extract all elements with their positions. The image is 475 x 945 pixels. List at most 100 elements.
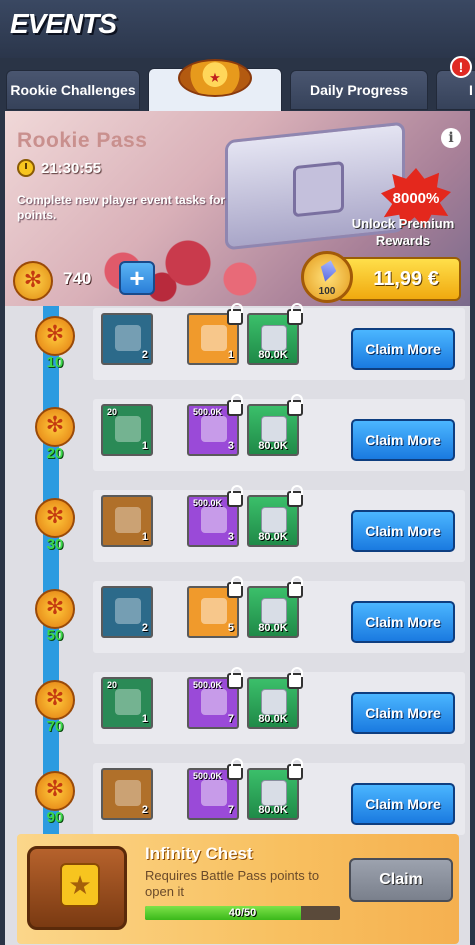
level-coin-icon <box>35 407 75 447</box>
pass-points-value: 740 <box>63 269 92 288</box>
infinity-claim-button[interactable]: Claim <box>349 858 453 902</box>
reward-row: 70 20 1 500.0K7 80.0K Claim More <box>5 667 470 761</box>
claim-more-button[interactable]: Claim More <box>351 510 455 552</box>
lock-icon <box>287 303 303 325</box>
infinity-chest-card: Infinity Chest Requires Battle Pass poin… <box>17 834 459 944</box>
reward-icon <box>115 780 141 806</box>
reward-icon <box>201 598 227 624</box>
lock-icon <box>227 485 243 507</box>
claim-more-button[interactable]: Claim More <box>351 601 455 643</box>
claim-more-button[interactable]: Claim More <box>351 783 455 825</box>
level-coin-icon <box>35 680 75 720</box>
xp-scroll-icon <box>261 780 287 806</box>
lock-icon <box>227 303 243 325</box>
progress-text: 40/50 <box>228 907 257 919</box>
event-logo-icon: ★ <box>178 59 252 97</box>
reward-card: 2 1 80.0K Claim More <box>93 303 465 380</box>
infinity-chest-description: Requires Battle Pass points to open it <box>145 868 320 899</box>
xp-reward-item[interactable]: 80.0K <box>247 485 303 547</box>
xp-amount: 80.0K <box>258 804 288 816</box>
xp-reward-item[interactable]: 80.0K <box>247 394 303 456</box>
reward-card: 20 1 500.0K 7 80.0K Claim More <box>93 667 465 744</box>
claim-more-button[interactable]: Claim More <box>351 692 455 734</box>
reward-icon <box>115 598 141 624</box>
rookie-pass-panel: Rookie Pass 21:30:55 Complete new player… <box>5 111 470 945</box>
premium-reward-item[interactable]: 500.0K 3 <box>187 394 243 456</box>
infinity-chest-title: Infinity Chest <box>145 844 253 863</box>
reward-icon <box>115 507 141 533</box>
reward-card: 20 1 500.0K 3 80.0K Claim More <box>93 394 465 471</box>
pass-title: Rookie Pass <box>17 129 148 152</box>
free-reward-item[interactable]: 20 1 <box>101 677 153 729</box>
reward-track: 10 2 1 80.0K Claim More 20 20 1 500.0K3 80.0K Clai… <box>5 303 470 836</box>
item-quantity: 2 <box>141 622 148 634</box>
free-reward-item[interactable]: 2 <box>101 586 153 638</box>
pass-hero: Rookie Pass 21:30:55 Complete new player… <box>5 111 470 306</box>
lock-icon <box>287 667 303 689</box>
level-number: 90 <box>46 809 64 826</box>
xp-amount: 80.0K <box>258 440 288 452</box>
xp-reward-item[interactable]: 80.0K <box>247 576 303 638</box>
item-quantity: 2 <box>141 804 148 816</box>
tab-label: Rookie Challenges <box>10 82 136 98</box>
reward-card: 2 500.0K 7 80.0K Claim More <box>93 758 465 835</box>
xp-reward-item[interactable]: 80.0K <box>247 667 303 729</box>
item-top-label: 20 <box>107 407 118 417</box>
premium-reward-item[interactable]: 500.0K 7 <box>187 758 243 820</box>
item-quantity: 5 <box>227 622 234 634</box>
buy-premium-button[interactable]: 11,99 € <box>337 257 461 301</box>
claim-more-button[interactable]: Claim More <box>351 419 455 461</box>
tab-label: Daily Progress <box>309 82 409 98</box>
item-quantity: 1 <box>141 440 148 452</box>
premium-reward-item[interactable]: 5 <box>187 576 243 638</box>
level-coin-icon <box>35 316 75 356</box>
level-number: 50 <box>46 627 64 644</box>
xp-scroll-icon <box>261 507 287 533</box>
reward-icon <box>201 507 227 533</box>
item-quantity: 2 <box>141 349 148 361</box>
claim-more-button[interactable]: Claim More <box>351 328 455 370</box>
free-reward-item[interactable]: 2 <box>101 313 153 365</box>
xp-amount: 80.0K <box>258 713 288 725</box>
item-quantity: 3 <box>227 531 234 543</box>
xp-reward-item[interactable]: 80.0K <box>247 758 303 820</box>
tab-label: I <box>469 82 473 98</box>
reward-icon <box>201 780 227 806</box>
free-reward-item[interactable]: 1 <box>101 495 153 547</box>
reward-row: 50 2 5 80.0K Claim More <box>5 576 470 670</box>
xp-scroll-icon <box>261 598 287 624</box>
tab-bar: Rookie Challenges ★ Daily Progress I <box>0 59 475 112</box>
lock-icon <box>287 758 303 780</box>
free-reward-item[interactable]: 2 <box>101 768 153 820</box>
add-points-button[interactable]: + <box>119 261 155 295</box>
tab-event-logo[interactable]: ★ <box>148 59 282 112</box>
level-number: 70 <box>46 718 64 735</box>
premium-reward-item[interactable]: 500.0K 7 <box>187 667 243 729</box>
reward-icon <box>115 325 141 351</box>
item-quantity: 3 <box>227 440 234 452</box>
top-bar: EVENTS <box>0 0 475 58</box>
item-quantity: 1 <box>141 713 148 725</box>
timer: 21:30:55 <box>17 159 101 177</box>
premium-reward-item[interactable]: 500.0K 3 <box>187 485 243 547</box>
premium-reward-item[interactable]: 1 <box>187 303 243 365</box>
clock-icon <box>17 159 35 177</box>
lock-icon <box>287 394 303 416</box>
xp-scroll-icon <box>261 416 287 442</box>
xp-scroll-icon <box>261 325 287 351</box>
lock-icon <box>227 758 243 780</box>
item-quantity: 7 <box>227 713 234 725</box>
free-reward-item[interactable]: 20 1 <box>101 404 153 456</box>
reward-card: 1 500.0K 3 80.0K Claim More <box>93 485 465 562</box>
level-number: 30 <box>46 536 64 553</box>
reward-card: 2 5 80.0K Claim More <box>93 576 465 653</box>
pass-points-icon <box>13 261 53 301</box>
tab-daily-progress[interactable]: Daily Progress <box>290 70 428 110</box>
reward-icon <box>115 416 141 442</box>
infinity-chest-progress: 40/50 <box>145 906 340 920</box>
tab-rookie-challenges[interactable]: Rookie Challenges <box>6 70 140 110</box>
info-icon[interactable]: i <box>441 128 461 148</box>
gem-icon: 100 <box>301 251 353 303</box>
xp-reward-item[interactable]: 80.0K <box>247 303 303 365</box>
level-coin-icon <box>35 771 75 811</box>
